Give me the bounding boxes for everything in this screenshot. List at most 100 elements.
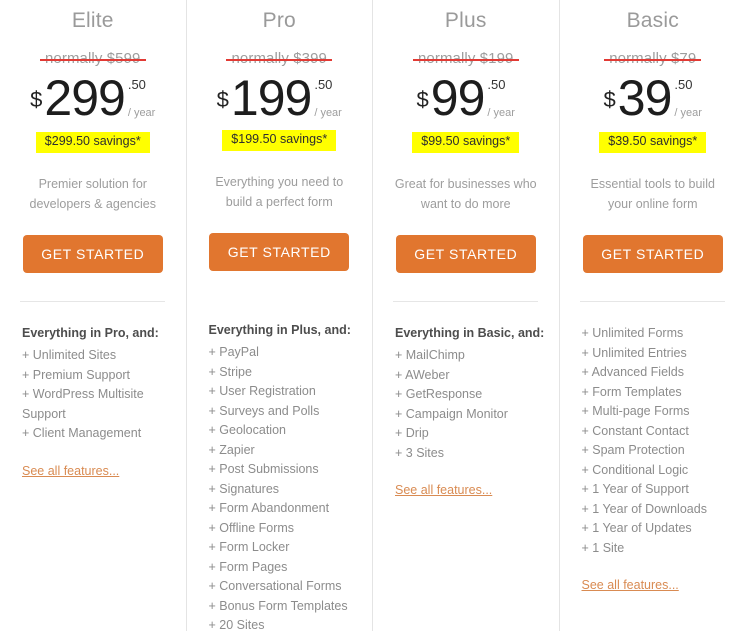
strikethrough-line: [604, 59, 702, 61]
section-divider: [393, 301, 539, 302]
feature-item: + Conversational Forms: [208, 579, 342, 594]
currency-symbol: $: [603, 87, 616, 112]
feature-item: + 20 Sites: [208, 618, 265, 631]
feature-list: Everything in Plus, and: + PayPal + Stripe…: [201, 321, 359, 631]
feature-item: + Form Abandonment: [208, 501, 330, 516]
see-all-features-link[interactable]: See all features...: [395, 483, 492, 497]
feature-item: + 1 Year of Updates: [581, 521, 692, 535]
feature-item: + Drip: [395, 426, 429, 441]
price-amount: 39: [617, 70, 673, 126]
see-all-features-link[interactable]: See all features...: [22, 464, 119, 478]
plan-name: Pro: [262, 9, 296, 32]
price: $99.50 / year: [416, 70, 515, 126]
feature-item: + Unlimited Entries: [581, 345, 687, 360]
original-price: normally $399: [226, 51, 333, 67]
feature-item: + GetResponse: [395, 387, 483, 402]
feature-item: + Constant Contact: [581, 423, 689, 438]
feature-item: + Zapier: [208, 442, 255, 457]
feature-item: + Form Templates: [581, 384, 682, 399]
currency-symbol: $: [216, 87, 229, 112]
price-suffix: .50 / year: [314, 75, 342, 119]
price-amount: 99: [430, 70, 486, 126]
get-started-button[interactable]: GET STARTED: [582, 235, 723, 273]
plan-name: Elite: [71, 9, 114, 32]
billing-period: / year: [487, 107, 515, 119]
price-suffix: .50 / year: [128, 75, 156, 119]
feature-item: + Multi-page Forms: [581, 404, 690, 418]
plan-description: Premier solution for developers & agenci…: [29, 176, 156, 212]
plan-description: Everything you need to build a perfect f…: [215, 174, 344, 210]
strikethrough-line: [226, 59, 333, 61]
feature-list-heading: Everything in Pro, and:: [22, 326, 159, 340]
plan-column-basic: Basic normally $79 $39.50 / year $39.50 savi…: [560, 0, 747, 631]
billing-period: / year: [674, 107, 702, 119]
plan-name: Basic: [626, 9, 679, 32]
strikethrough-line: [39, 59, 146, 61]
feature-list-heading: Everything in Basic, and:: [395, 326, 545, 340]
price: $199.50 / year: [216, 70, 342, 126]
savings-badge: $299.50 savings*: [35, 132, 150, 153]
feature-item: + 1 Site: [581, 540, 625, 555]
price-amount: 299: [44, 70, 125, 126]
section-divider: [20, 301, 166, 302]
price-amount: 199: [230, 70, 312, 126]
billing-period: / year: [314, 107, 342, 119]
feature-item: + Advanced Fields: [581, 365, 685, 379]
price: $299.50 / year: [30, 70, 156, 126]
feature-item: + 1 Year of Downloads: [581, 501, 707, 516]
feature-item: + Offline Forms: [208, 520, 295, 535]
get-started-button[interactable]: GET STARTED: [209, 233, 350, 271]
strikethrough-line: [412, 59, 519, 61]
feature-item: + Signatures: [208, 481, 280, 496]
feature-list-heading: Everything in Plus, and:: [208, 323, 351, 337]
feature-item: + Surveys and Polls: [208, 403, 320, 418]
currency-symbol: $: [30, 87, 43, 112]
pricing-table: Elitenormally $599$299.50/ year$299.50 s…: [0, 0, 750, 631]
feature-item: + PayPal: [208, 345, 259, 360]
price-cents: .50: [674, 77, 693, 92]
feature-item: + Unlimited Sites: [22, 348, 117, 363]
feature-item: + Campaign Monitor: [395, 406, 508, 421]
feature-item: + Bonus Form Templates: [208, 598, 348, 613]
plan-name: Plus: [444, 9, 487, 32]
price-cents: .50: [127, 77, 146, 92]
get-started-button[interactable]: GET STARTED: [395, 235, 536, 273]
plan-description: Great for businesses who want to do more: [394, 176, 537, 212]
feature-item: + Unlimited Forms: [581, 326, 684, 340]
feature-item: + Conditional Logic: [581, 462, 689, 477]
savings-badge: $99.50 savings*: [412, 132, 520, 153]
price-cents: .50: [314, 77, 333, 92]
see-all-features-link[interactable]: See all features...: [582, 578, 679, 592]
feature-item: + Geolocation: [208, 423, 286, 438]
price-suffix: .50 / year: [487, 75, 515, 119]
feature-item: + Form Pages: [208, 559, 288, 574]
feature-item: + Stripe: [208, 364, 252, 379]
plan-column-elite: Elite normally $599 $299.50 / year $299.50 s…: [0, 0, 187, 631]
price: $39.50 / year: [603, 70, 702, 126]
feature-item: + MailChimp: [395, 348, 465, 363]
feature-item: + Client Management: [22, 426, 142, 441]
feature-item: + WordPress Multisite Support: [22, 387, 144, 421]
plan-column-pro: Pro normally $399 $199.50 / year $199.50 sav…: [187, 0, 373, 631]
feature-item: + 3 Sites: [395, 445, 444, 460]
feature-item: + User Registration: [208, 384, 316, 399]
feature-item: + Form Locker: [208, 540, 290, 555]
original-price: normally $79: [604, 51, 702, 67]
plan-description: Essential tools to build your online for…: [590, 176, 715, 212]
currency-symbol: $: [416, 87, 429, 112]
get-started-button[interactable]: GET STARTED: [22, 235, 163, 273]
feature-list: + Unlimited Forms + Unlimited Entries + Ad…: [574, 324, 733, 558]
original-price: normally $199: [412, 51, 519, 67]
feature-item: + 1 Year of Support: [581, 482, 689, 496]
plan-column-plus: Plus normally $199 $99.50 / year $99.50 savi…: [373, 0, 560, 631]
feature-list: Everything in Basic, and: + MailChimp + AW…: [387, 324, 545, 463]
billing-period: / year: [127, 107, 156, 119]
savings-badge: $39.50 savings*: [599, 132, 707, 153]
original-price: normally $599: [39, 51, 146, 67]
price-suffix: .50 / year: [674, 75, 702, 119]
feature-item: + Spam Protection: [581, 443, 685, 457]
feature-list: Everything in Pro, and: + Unlimited Sites…: [14, 324, 172, 444]
section-divider: [580, 301, 726, 302]
feature-item: + AWeber: [395, 367, 450, 382]
feature-item: + Post Submissions: [208, 462, 319, 477]
